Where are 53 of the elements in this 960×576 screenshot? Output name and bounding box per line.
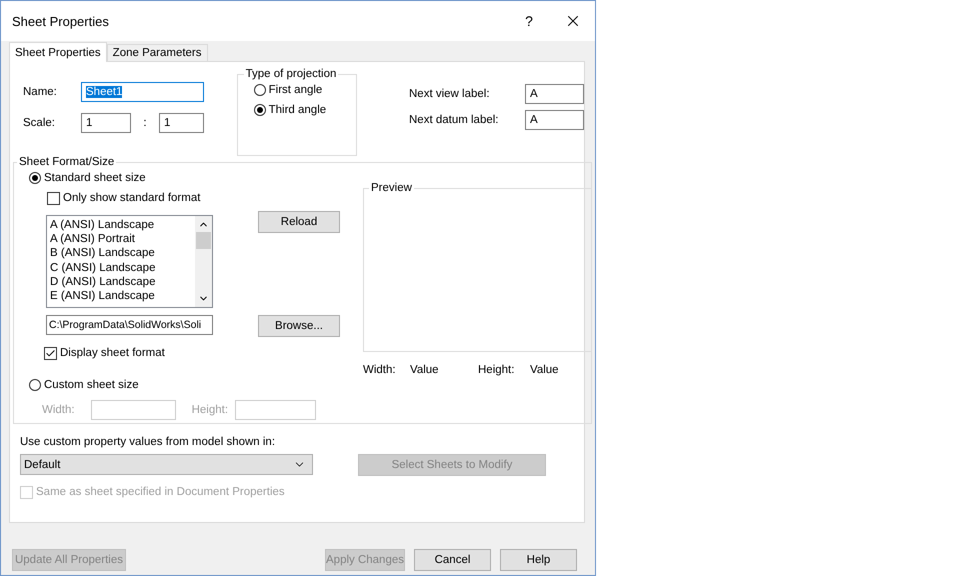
custom-height-label: Height: — [192, 403, 228, 418]
projection-option: Third angle — [268, 104, 326, 116]
same-as-label: Same as sheet specified in Document Properties — [36, 486, 285, 498]
help-button[interactable]: ? — [507, 5, 551, 37]
format-list-item[interactable]: B (ANSI) Landscape — [50, 246, 192, 261]
custom-size-label: Custom sheet size — [44, 379, 139, 391]
scale-separator: : — [142, 117, 148, 129]
preview-width-label: Width: — [363, 364, 397, 376]
reload-button[interactable]: Reload — [258, 211, 340, 233]
name-label: Name: — [23, 85, 58, 100]
tab[interactable]: Zone Parameters — [106, 44, 208, 61]
path-field[interactable]: C:\ProgramData\SolidWorks\Soli — [46, 315, 213, 335]
format-list-item[interactable]: C (ANSI) Landscape — [50, 260, 192, 275]
projection-option: First angle — [268, 84, 322, 96]
preview-title: Preview — [370, 182, 413, 194]
format-list-item[interactable]: A (ANSI) Landscape — [50, 218, 192, 232]
browse-button[interactable]: Browse... — [258, 315, 340, 337]
custom-property-label: Use custom property values from model shown in: — [20, 436, 276, 448]
scroll-thumb[interactable] — [196, 232, 211, 249]
standard-size-label: Standard sheet size — [44, 172, 146, 184]
preview-width-value: Value — [410, 364, 440, 376]
radio-button[interactable] — [254, 84, 266, 96]
format-list-item[interactable]: E (ANSI) Landscape — [50, 288, 192, 304]
name-field[interactable]: Sheet1 — [81, 82, 204, 102]
custom-width-label: Width: — [42, 403, 75, 418]
next-label-caption: Next datum label: — [409, 113, 500, 128]
radio-button[interactable] — [29, 172, 41, 184]
custom-height-field[interactable] — [235, 400, 316, 420]
dialog-button[interactable]: Cancel — [414, 549, 491, 571]
preview-height-value: Value — [530, 364, 560, 376]
model-dropdown[interactable]: Default — [20, 454, 313, 475]
checkbox[interactable] — [44, 346, 57, 360]
scrollbar[interactable] — [195, 216, 212, 307]
dialog-button[interactable]: Help — [500, 549, 577, 571]
next-label-field[interactable]: A — [525, 84, 584, 104]
format-list-item[interactable]: D (ANSI) Landscape — [50, 274, 192, 289]
sheet-format-title: Sheet Format/Size — [18, 156, 116, 168]
radio-button[interactable] — [254, 104, 266, 116]
tab[interactable]: Sheet Properties — [9, 42, 107, 62]
format-list-item[interactable]: A (ANSI) Portrait — [50, 232, 192, 246]
only-standard-label: Only show standard format — [63, 192, 200, 204]
scale-label: Scale: — [23, 116, 56, 131]
custom-width-field[interactable] — [90, 400, 176, 420]
projection-title: Type of projection — [244, 68, 338, 80]
next-label-caption: Next view label: — [409, 87, 491, 102]
window-title: Sheet Properties — [12, 14, 110, 28]
scale-numerator-field[interactable]: 1 — [81, 113, 131, 133]
format-list[interactable]: A (ANSI) Landscape A (ANSI) Portrait B (ANSI) Landscape C (ANSI) Landscape D (ANSI) Landscape E (ANSI) Landscape — [46, 215, 213, 308]
scale-denominator-field[interactable]: 1 — [159, 113, 204, 133]
preview-height-label: Height: — [478, 364, 516, 376]
display-format-label: Display sheet format — [60, 347, 165, 359]
checkbox[interactable] — [47, 192, 60, 204]
next-label-field[interactable]: A — [525, 110, 584, 130]
